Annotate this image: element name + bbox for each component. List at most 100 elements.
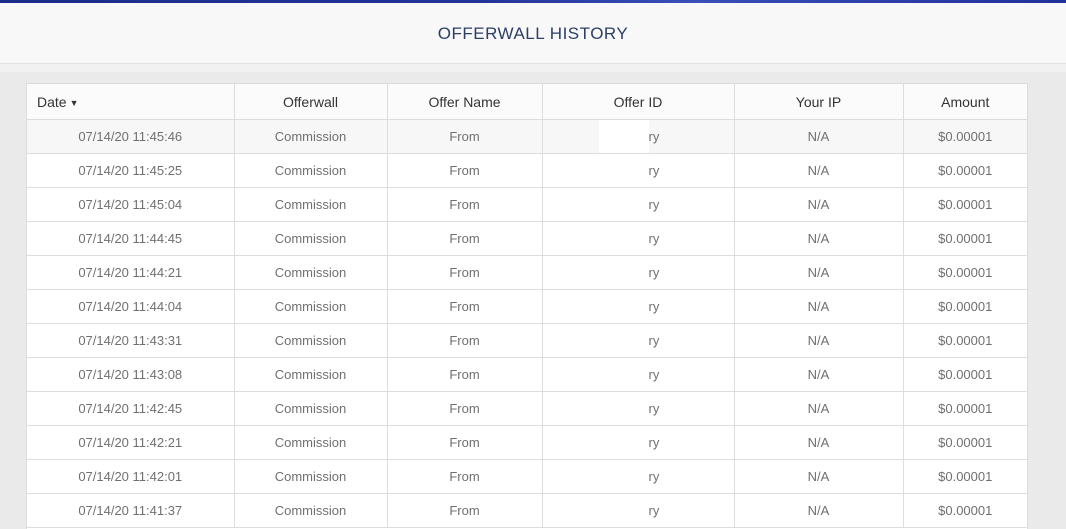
cell-offer-id: ry [542,459,735,494]
cell-date: 07/14/20 11:41:37 [27,493,235,528]
redaction-block [598,324,649,357]
cell-ip: N/A [734,255,904,290]
cell-offerwall: Commission [234,323,388,358]
sort-descending-icon[interactable]: ▼ [70,98,79,108]
cell-amount: $0.00001 [903,119,1027,154]
cell-offer-name: From [387,357,543,392]
offer-id-text: ry [648,231,660,246]
redaction-block [598,222,649,255]
cell-offerwall: Commission [234,119,388,154]
cell-date: 07/14/20 11:45:46 [27,119,235,154]
cell-offer-name: From [387,187,543,222]
column-header-date[interactable]: Date ▼ [27,84,235,120]
cell-ip: N/A [734,119,904,154]
table-row: 07/14/20 11:43:31 Commission From ry N/A $0.0… [27,323,1027,358]
cell-ip: N/A [734,391,904,426]
cell-offer-id: ry [542,153,735,188]
table-row: 07/14/20 11:44:21 Commission From ry N/A $0.0… [27,255,1027,290]
cell-offerwall: Commission [234,187,388,222]
table-row: 07/14/20 11:41:37 Commission From ry N/A $0.0… [27,493,1027,528]
cell-offer-id: ry [542,391,735,426]
column-header-date-label: Date [37,93,67,110]
redaction-block [598,290,649,323]
table-header-row: Date ▼ Offerwall Offer Name Offer ID Your… [27,84,1027,120]
redaction-block [598,154,649,187]
cell-amount: $0.00001 [903,187,1027,222]
column-header-amount[interactable]: Amount [903,84,1027,120]
cell-amount: $0.00001 [903,323,1027,358]
cell-date: 07/14/20 11:44:21 [27,255,235,290]
cell-date: 07/14/20 11:44:04 [27,289,235,324]
offer-id-text: ry [648,265,660,280]
offer-id-text: ry [648,469,660,484]
cell-offer-id: ry [542,119,735,154]
table-row: 07/14/20 11:44:04 Commission From ry N/A $0.0… [27,289,1027,324]
cell-offerwall: Commission [234,255,388,290]
redaction-block [598,358,649,391]
cell-amount: $0.00001 [903,289,1027,324]
cell-amount: $0.00001 [903,221,1027,256]
cell-ip: N/A [734,323,904,358]
offer-id-text: ry [648,163,660,178]
column-header-offer-name[interactable]: Offer Name [387,84,543,120]
offer-id-text: ry [648,435,660,450]
offer-id-text: ry [648,367,660,382]
cell-offerwall: Commission [234,493,388,528]
history-table-container[interactable]: Date ▼ Offerwall Offer Name Offer ID Your… [26,83,1028,529]
cell-offerwall: Commission [234,391,388,426]
table-body: 07/14/20 11:45:46 Commission From ry N/A $0.0… [27,119,1027,528]
offer-id-text: ry [648,503,660,518]
cell-date: 07/14/20 11:45:04 [27,187,235,222]
cell-offer-name: From [387,221,543,256]
redaction-block [598,392,649,425]
column-header-offerwall[interactable]: Offerwall [234,84,388,120]
column-header-offer-id[interactable]: Offer ID [542,84,735,120]
cell-offerwall: Commission [234,459,388,494]
cell-amount: $0.00001 [903,357,1027,392]
cell-date: 07/14/20 11:43:31 [27,323,235,358]
cell-offer-name: From [387,323,543,358]
offer-id-text: ry [648,129,660,144]
table-row: 07/14/20 11:45:25 Commission From ry N/A $0.0… [27,153,1027,188]
cell-offer-name: From [387,119,543,154]
offer-id-text: ry [648,299,660,314]
cell-offerwall: Commission [234,425,388,460]
cell-offerwall: Commission [234,289,388,324]
cell-offer-name: From [387,391,543,426]
cell-offer-name: From [387,289,543,324]
cell-date: 07/14/20 11:42:45 [27,391,235,426]
cell-offerwall: Commission [234,221,388,256]
cell-offer-id: ry [542,255,735,290]
cell-offer-name: From [387,153,543,188]
column-header-your-ip[interactable]: Your IP [734,84,904,120]
cell-offer-name: From [387,425,543,460]
cell-offerwall: Commission [234,153,388,188]
cell-offer-name: From [387,493,543,528]
cell-offerwall: Commission [234,357,388,392]
offerwall-history-table: Date ▼ Offerwall Offer Name Offer ID Your… [27,84,1027,528]
cell-ip: N/A [734,425,904,460]
cell-amount: $0.00001 [903,459,1027,494]
cell-ip: N/A [734,357,904,392]
table-row: 07/14/20 11:44:45 Commission From ry N/A $0.0… [27,221,1027,256]
offer-id-text: ry [648,333,660,348]
page-header: OFFERWALL HISTORY [0,3,1066,64]
cell-amount: $0.00001 [903,255,1027,290]
redaction-block [598,120,649,153]
cell-ip: N/A [734,221,904,256]
cell-date: 07/14/20 11:44:45 [27,221,235,256]
cell-amount: $0.00001 [903,425,1027,460]
table-row: 07/14/20 11:45:04 Commission From ry N/A $0.0… [27,187,1027,222]
table-row: 07/14/20 11:42:21 Commission From ry N/A $0.0… [27,425,1027,460]
cell-offer-id: ry [542,289,735,324]
table-row: 07/14/20 11:42:45 Commission From ry N/A $0.0… [27,391,1027,426]
cell-amount: $0.00001 [903,391,1027,426]
cell-offer-id: ry [542,425,735,460]
cell-ip: N/A [734,187,904,222]
cell-offer-id: ry [542,323,735,358]
offer-id-text: ry [648,197,660,212]
table-row: 07/14/20 11:42:01 Commission From ry N/A $0.0… [27,459,1027,494]
table-row: 07/14/20 11:45:46 Commission From ry N/A $0.0… [27,119,1027,154]
redaction-block [598,460,649,493]
cell-date: 07/14/20 11:43:08 [27,357,235,392]
